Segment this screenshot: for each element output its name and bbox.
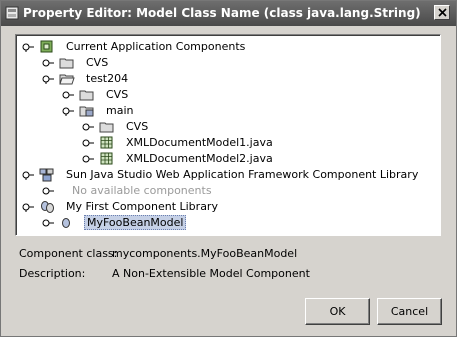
close-icon (438, 8, 447, 17)
tree-node-label: CVS (126, 120, 149, 133)
expand-handle-icon[interactable] (82, 154, 94, 164)
expand-handle-icon[interactable] (82, 138, 94, 148)
tree-node-label: MyFooBeanModel (84, 215, 187, 230)
tree-node-label: main (106, 104, 134, 117)
expand-handle-icon[interactable] (22, 202, 34, 212)
tree-node-label: CVS (106, 88, 129, 101)
bean-icon (62, 218, 70, 228)
library-beans-icon (41, 201, 54, 213)
project-icon (40, 40, 53, 53)
tree-node-label: XMLDocumentModel1.java (126, 136, 273, 149)
component-class-value: mycomponents.MyFooBeanModel (112, 247, 298, 260)
folder-icon (79, 90, 94, 101)
tree-node-label: CVS (86, 56, 109, 69)
tree-node-label: No available components (72, 184, 212, 197)
folder-icon (99, 122, 114, 133)
component-tree[interactable]: Current Application Components CVS test2… (15, 34, 441, 236)
expand-handle-icon[interactable] (22, 170, 34, 180)
tree-node-label: test204 (86, 72, 129, 85)
component-class-label: Component class: (19, 247, 118, 260)
expand-handle-icon[interactable] (22, 42, 34, 52)
expand-handle-icon[interactable] (42, 58, 54, 68)
description-label: Description: (19, 267, 86, 280)
cancel-button[interactable]: Cancel (377, 298, 442, 325)
tree-node-label: XMLDocumentModel2.java (126, 152, 273, 165)
property-editor-dialog: Property Editor: Model Class Name (class… (0, 0, 457, 337)
ok-button[interactable]: OK (305, 298, 370, 325)
leaf-handle-icon (42, 187, 54, 195)
app-icon (5, 6, 19, 20)
description-value: A Non-Extensible Model Component (112, 267, 310, 280)
close-button[interactable] (434, 5, 450, 20)
expand-handle-icon[interactable] (62, 106, 74, 116)
expand-handle-icon[interactable] (62, 90, 74, 100)
expand-handle-icon[interactable] (82, 122, 94, 132)
java-class-icon (100, 136, 113, 149)
open-folder-icon (59, 74, 75, 85)
package-icon (79, 106, 94, 117)
title-bar[interactable]: Property Editor: Model Class Name (class… (1, 1, 456, 26)
tree-node-label: My First Component Library (66, 200, 218, 213)
tree-node-label: Sun Java Studio Web Application Framewor… (66, 168, 419, 181)
expand-handle-icon[interactable] (42, 218, 54, 228)
java-class-icon (100, 152, 113, 165)
window-title: Property Editor: Model Class Name (class… (23, 6, 421, 20)
expand-handle-icon[interactable] (42, 74, 54, 84)
library-icon (39, 168, 54, 182)
folder-icon (59, 58, 74, 69)
tree-node-label: Current Application Components (66, 40, 246, 53)
